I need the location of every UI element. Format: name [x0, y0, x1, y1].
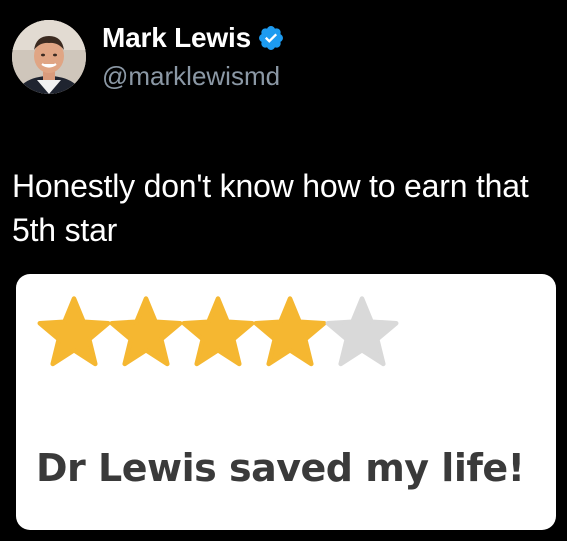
- tweet: Mark Lewis @marklewismd Honestly don't k…: [0, 0, 567, 541]
- review-card: Dr Lewis saved my life!: [16, 274, 556, 530]
- star-filled-icon: [253, 296, 327, 367]
- tweet-header: Mark Lewis @marklewismd: [12, 20, 285, 94]
- author-names: Mark Lewis @marklewismd: [102, 21, 285, 93]
- review-text: Dr Lewis saved my life!: [36, 446, 525, 490]
- avatar[interactable]: [12, 20, 86, 94]
- star-rating: [36, 294, 399, 370]
- star-filled-icon: [109, 296, 183, 367]
- handle[interactable]: @marklewismd: [102, 59, 285, 93]
- verified-badge-icon: [257, 24, 285, 52]
- tweet-text: Honestly don't know how to earn that 5th…: [12, 168, 529, 248]
- star-filled-icon: [181, 296, 255, 367]
- star-filled-icon: [37, 296, 111, 367]
- display-name[interactable]: Mark Lewis: [102, 21, 251, 55]
- display-name-row: Mark Lewis: [102, 21, 285, 55]
- profile-photo-icon: [12, 20, 86, 94]
- star-empty-icon: [325, 296, 399, 367]
